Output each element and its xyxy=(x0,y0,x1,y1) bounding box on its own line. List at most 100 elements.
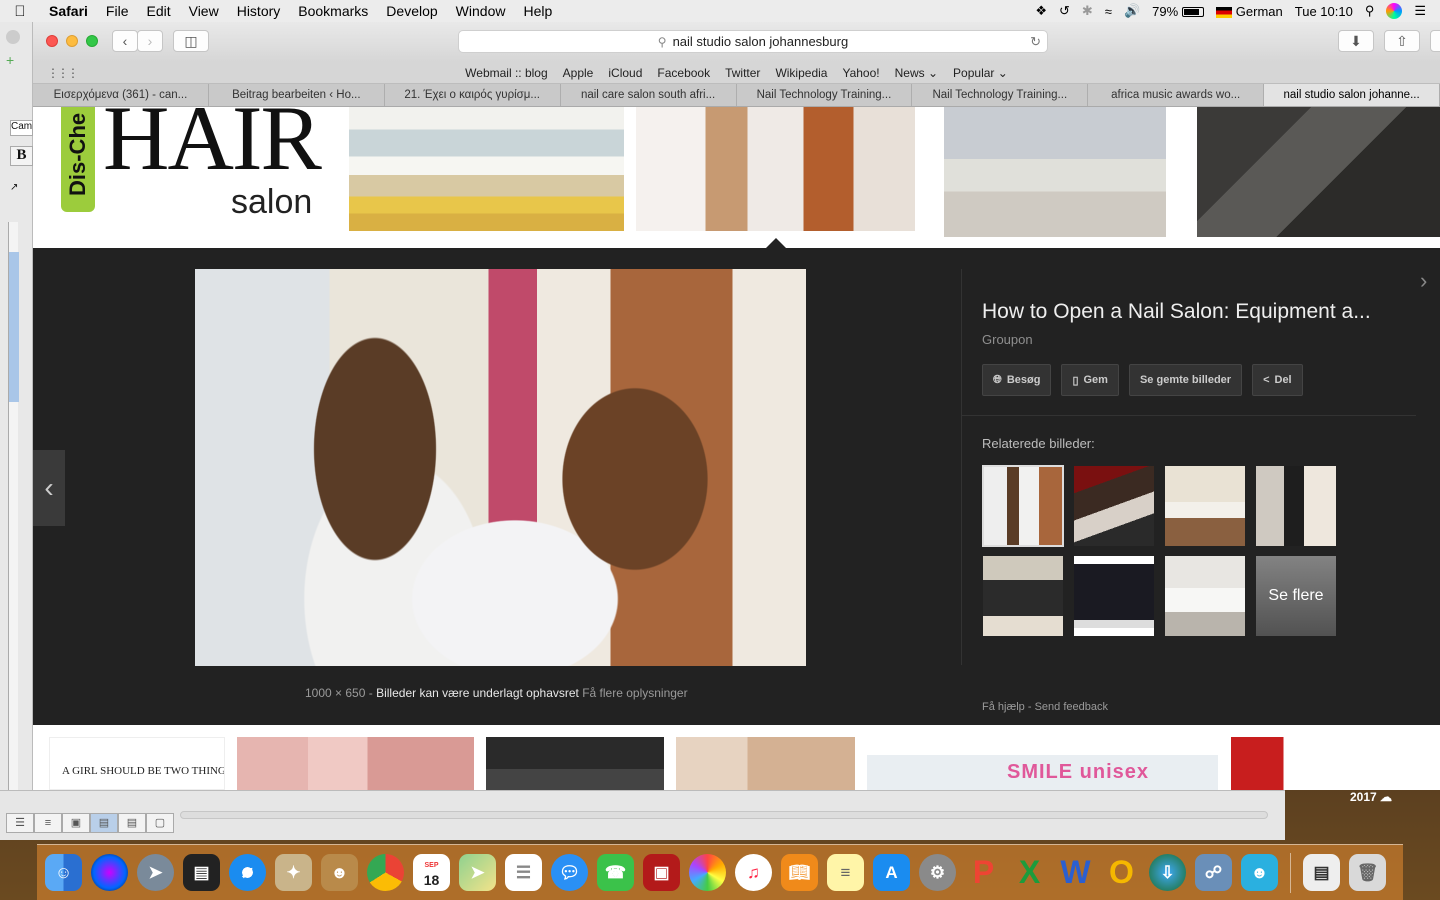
network-icon[interactable]: ⇩ xyxy=(1149,854,1186,891)
forward-button[interactable]: › xyxy=(137,30,163,52)
help-link[interactable]: Få hjælp xyxy=(982,701,1025,713)
photo-booth-icon[interactable]: ▣ xyxy=(643,854,680,891)
apple-icon[interactable]:  xyxy=(0,3,40,20)
tab-nail-training-1[interactable]: Nail Technology Training... xyxy=(737,84,913,106)
fullscreen-window-button[interactable] xyxy=(86,35,98,47)
favorite-twitter[interactable]: Twitter xyxy=(725,66,760,80)
related-image-selected[interactable] xyxy=(982,465,1064,547)
siri-dock-icon[interactable] xyxy=(91,854,128,891)
outline-view-icon[interactable]: ☰ xyxy=(6,813,34,833)
tab-mail[interactable]: Εισερχόμενα (361) - can... xyxy=(33,84,209,106)
result-cafe-interior-image[interactable] xyxy=(349,107,624,231)
contacts-icon[interactable]: ☻ xyxy=(321,854,358,891)
focus-view-icon[interactable]: ▢ xyxy=(146,813,174,833)
favorite-news-folder[interactable]: News ⌄ xyxy=(895,66,938,80)
minimize-window-button[interactable] xyxy=(66,35,78,47)
reminders-icon[interactable]: ☰ xyxy=(505,854,542,891)
add-icon[interactable]: + xyxy=(6,52,14,68)
related-image[interactable] xyxy=(983,556,1063,636)
volume-icon[interactable]: 🔊 xyxy=(1124,3,1140,19)
itunes-icon[interactable]: ♫ xyxy=(735,854,772,891)
reload-icon[interactable]: ↻ xyxy=(1030,34,1041,50)
menu-bookmarks[interactable]: Bookmarks xyxy=(289,3,377,19)
favorite-wikipedia[interactable]: Wikipedia xyxy=(775,66,827,80)
bluetooth-icon[interactable]: ✱ xyxy=(1082,3,1093,19)
save-button[interactable]: ▯ Gem xyxy=(1061,364,1119,396)
calendar-icon[interactable]: SEP 18 xyxy=(413,854,450,891)
favorite-icloud[interactable]: iCloud xyxy=(608,66,642,80)
input-source[interactable]: German xyxy=(1215,4,1283,19)
messages-icon[interactable]: 💬︎ xyxy=(551,854,588,891)
favorite-apple[interactable]: Apple xyxy=(563,66,594,80)
image-source[interactable]: Groupon xyxy=(982,332,1033,347)
sidebar-button[interactable]: ◫ xyxy=(173,30,209,52)
outlook-icon[interactable]: O xyxy=(1103,854,1140,891)
more-info-link[interactable]: Få flere oplysninger xyxy=(582,686,687,700)
menu-view[interactable]: View xyxy=(180,3,228,19)
battery-status[interactable]: 79% xyxy=(1152,4,1204,19)
wifi-icon[interactable]: ≈ xyxy=(1105,4,1112,19)
result-dark-salon-image[interactable] xyxy=(1197,107,1440,237)
menu-window[interactable]: Window xyxy=(447,3,515,19)
excel-icon[interactable]: X xyxy=(1011,854,1048,891)
favorite-popular-folder[interactable]: Popular ⌄ xyxy=(953,66,1008,80)
close-preview-icon[interactable]: › xyxy=(1420,268,1440,298)
notebook-view-icon[interactable]: ▤ xyxy=(118,813,146,833)
system-preferences-icon[interactable]: ⚙ xyxy=(919,854,956,891)
print-layout-icon[interactable]: ▤ xyxy=(90,813,118,833)
related-image[interactable] xyxy=(1074,556,1154,636)
back-button[interactable]: ‹ xyxy=(112,30,138,52)
safari-icon[interactable]: ➚ xyxy=(229,854,266,891)
cursor-tool-icon[interactable]: ↗ xyxy=(10,182,18,193)
favorite-facebook[interactable]: Facebook xyxy=(657,66,710,80)
top-sites-grid-icon[interactable]: ⋮⋮⋮ xyxy=(47,66,79,80)
tab-greek-article[interactable]: 21. Έχει ο καιρός γυρίσμ... xyxy=(385,84,561,106)
preview-app-icon[interactable]: ✦ xyxy=(275,854,312,891)
bold-button[interactable]: B xyxy=(10,146,33,166)
finder-icon[interactable]: ☺ xyxy=(45,854,82,891)
tab-music-awards[interactable]: africa music awards wo... xyxy=(1088,84,1265,106)
tab-nail-training-2[interactable]: Nail Technology Training... xyxy=(912,84,1089,106)
photos-icon[interactable] xyxy=(689,854,726,891)
result-salon-room-image[interactable] xyxy=(944,107,1166,237)
recent-document-icon[interactable]: ▤ xyxy=(1303,854,1340,891)
notes-icon[interactable]: ≡ xyxy=(827,854,864,891)
image-title[interactable]: How to Open a Nail Salon: Equipment a... xyxy=(982,300,1371,324)
font-field[interactable]: Cam xyxy=(10,120,33,136)
result-dark-storefront-image[interactable] xyxy=(486,737,664,790)
activity-monitor-icon[interactable]: ▤ xyxy=(183,854,220,891)
preview-image[interactable] xyxy=(195,269,806,666)
word-icon[interactable]: W xyxy=(1057,854,1094,891)
result-hand-image[interactable] xyxy=(676,737,855,790)
menu-app-name[interactable]: Safari xyxy=(40,3,97,19)
horizontal-scrollbar[interactable] xyxy=(180,811,1268,819)
tabs-overview-button[interactable] xyxy=(1430,30,1440,52)
related-image[interactable] xyxy=(1165,556,1245,636)
related-image[interactable] xyxy=(1165,466,1245,546)
close-window-button[interactable] xyxy=(46,35,58,47)
tab-edit-post[interactable]: Beitrag bearbeiten ‹ Ho... xyxy=(209,84,385,106)
visit-button[interactable]: 🌐︎ Besøg xyxy=(982,364,1052,396)
siri-icon[interactable] xyxy=(1386,3,1403,19)
app-store-icon[interactable]: A xyxy=(873,854,910,891)
clock[interactable]: Tue 10:10 xyxy=(1295,4,1353,19)
ibooks-icon[interactable]: 📖︎ xyxy=(781,854,818,891)
messenger-icon[interactable]: ☻ xyxy=(1241,854,1278,891)
trash-icon[interactable]: 🗑︎ xyxy=(1349,854,1386,891)
favorite-webmail[interactable]: Webmail :: blog xyxy=(465,66,547,80)
publishing-view-icon[interactable]: ▣ xyxy=(62,813,90,833)
spotlight-icon[interactable]: ⚲ xyxy=(1365,3,1375,19)
related-image[interactable] xyxy=(1256,466,1336,546)
see-more-button[interactable]: Se flere xyxy=(1256,556,1336,636)
chrome-icon[interactable] xyxy=(367,854,404,891)
window-button-icon[interactable] xyxy=(6,30,20,44)
time-machine-icon[interactable]: ↺ xyxy=(1059,3,1070,19)
share-image-button[interactable]: < Del xyxy=(1252,364,1303,396)
list-view-icon[interactable]: ≡ xyxy=(34,813,62,833)
menu-history[interactable]: History xyxy=(228,3,290,19)
downloads-button[interactable]: ⬇ xyxy=(1338,30,1374,52)
launchpad-icon[interactable]: ➤ xyxy=(137,854,174,891)
result-quote-image[interactable]: A GIRL SHOULD BE TWO THINGS xyxy=(49,737,225,790)
result-nail-salon-image[interactable] xyxy=(636,107,915,231)
result-pink-nails-image[interactable] xyxy=(237,737,474,790)
